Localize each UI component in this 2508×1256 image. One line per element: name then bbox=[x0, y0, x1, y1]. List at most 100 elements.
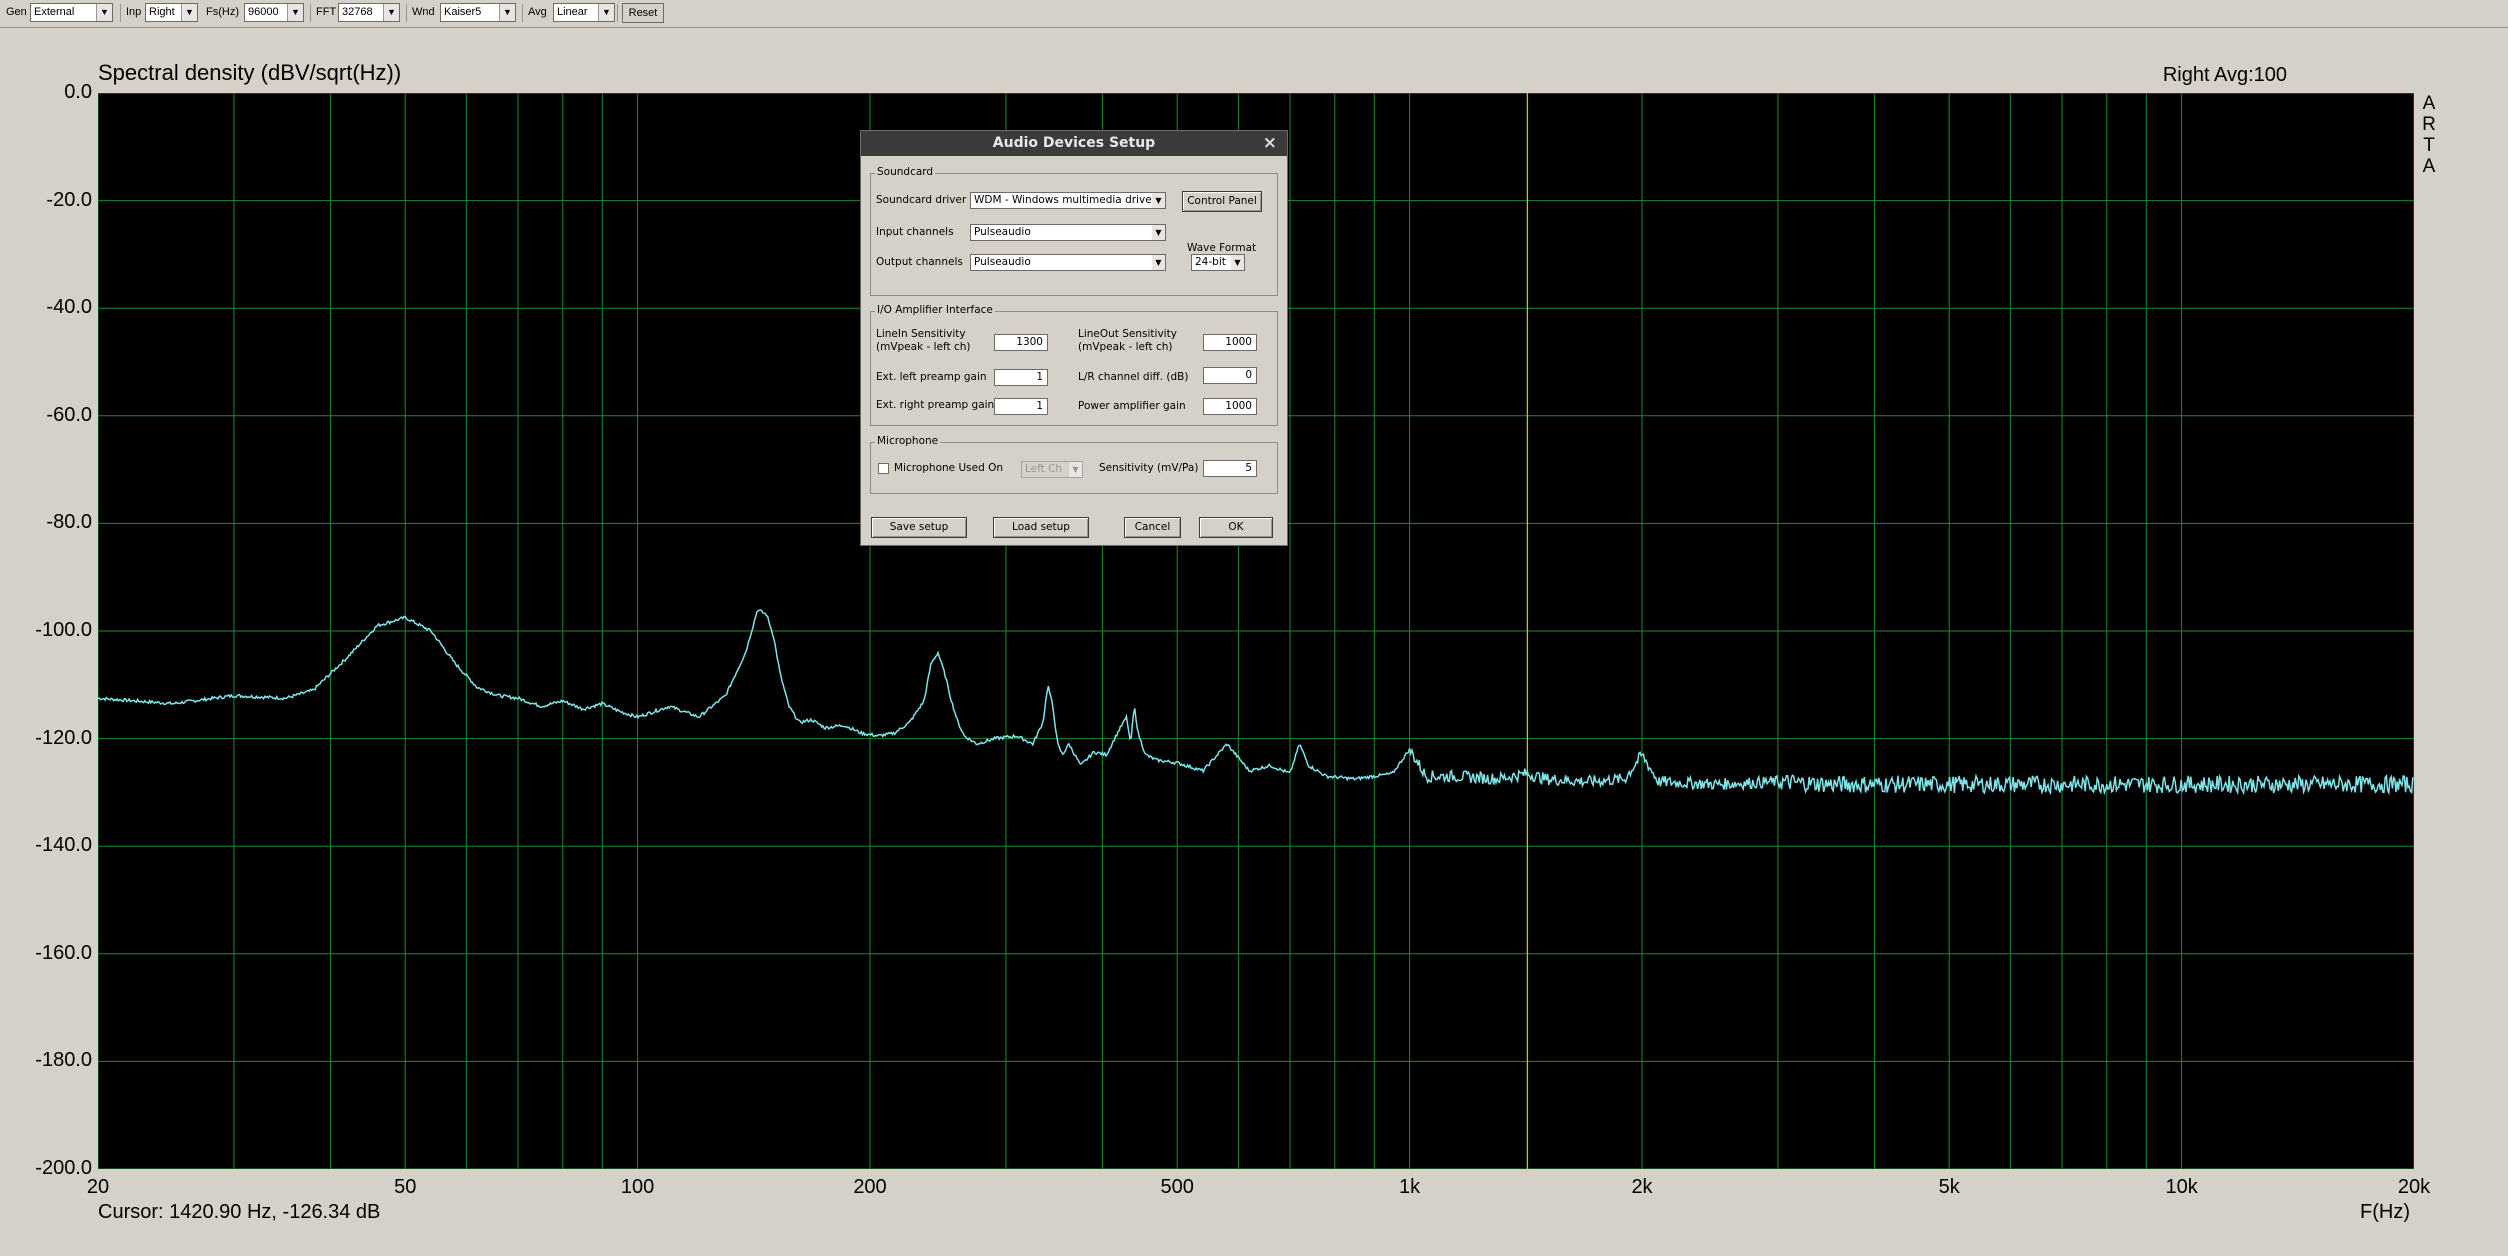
chevron-down-icon: ▼ bbox=[499, 4, 515, 21]
chevron-down-icon: ▼ bbox=[181, 4, 197, 21]
input-channel-select[interactable]: Right ▼ bbox=[145, 3, 198, 22]
wave-format-select[interactable]: 24-bit ▼ bbox=[1191, 254, 1245, 271]
power-amp-gain-input[interactable]: 1000 bbox=[1203, 398, 1257, 415]
y-tick-label: -60.0 bbox=[46, 403, 92, 426]
x-tick-label: 10k bbox=[2165, 1176, 2198, 1198]
channel-average-info: Right Avg:100 bbox=[2162, 64, 2287, 86]
toolbar: Gen External ▼ Inp Right ▼ Fs(Hz) 96000 ▼ F… bbox=[0, 0, 2508, 28]
ext-left-preamp-label: Ext. left preamp gain bbox=[876, 371, 987, 383]
fft-label: FFT bbox=[316, 6, 337, 18]
lr-channel-diff-label: L/R channel diff. (dB) bbox=[1078, 371, 1189, 383]
chevron-down-icon: ▼ bbox=[1069, 462, 1082, 477]
x-axis-label: F(Hz) bbox=[2360, 1201, 2410, 1223]
x-tick-label: 200 bbox=[853, 1176, 887, 1198]
audio-devices-setup-dialog: Audio Devices Setup × Soundcard Soundcar… bbox=[860, 130, 1288, 546]
group-title: Soundcard bbox=[875, 166, 936, 178]
linein-sensitivity-input[interactable]: 1300 bbox=[994, 334, 1048, 351]
lineout-sensitivity-input[interactable]: 1000 bbox=[1203, 334, 1257, 351]
dialog-title: Audio Devices Setup bbox=[992, 135, 1156, 151]
chevron-down-icon: ▼ bbox=[96, 4, 112, 21]
input-channels-select[interactable]: Pulseaudio ▼ bbox=[970, 224, 1166, 241]
output-channels-select[interactable]: Pulseaudio ▼ bbox=[970, 254, 1166, 271]
load-setup-button[interactable]: Load setup bbox=[993, 517, 1089, 538]
ext-left-preamp-input[interactable]: 1 bbox=[994, 369, 1048, 386]
toolbar-divider bbox=[522, 4, 523, 22]
y-tick-label: -200.0 bbox=[35, 1157, 92, 1179]
save-setup-button[interactable]: Save setup bbox=[871, 517, 967, 538]
y-tick-label: -80.0 bbox=[46, 511, 92, 534]
microphone-used-label: Microphone Used On bbox=[894, 462, 1003, 474]
linein-sensitivity-label: LineIn Sensitivity (mVpeak - left ch) bbox=[876, 328, 971, 353]
arta-vertical-label: A R T A bbox=[2419, 93, 2439, 177]
y-tick-label: -100.0 bbox=[35, 619, 92, 641]
y-tick-label: -140.0 bbox=[35, 834, 92, 857]
inp-label: Inp bbox=[126, 6, 142, 18]
control-panel-button[interactable]: Control Panel bbox=[1182, 191, 1262, 212]
arta-letter: T bbox=[2423, 135, 2435, 156]
cancel-button[interactable]: Cancel bbox=[1124, 517, 1181, 538]
lr-channel-diff-input[interactable]: 0 bbox=[1203, 367, 1257, 384]
soundcard-driver-select[interactable]: WDM - Windows multimedia driver ▼ bbox=[970, 192, 1166, 209]
y-tick-label: -180.0 bbox=[35, 1049, 92, 1072]
microphone-used-checkbox[interactable] bbox=[878, 463, 889, 474]
chevron-down-icon: ▼ bbox=[598, 4, 614, 21]
averaging-select[interactable]: Linear ▼ bbox=[553, 3, 615, 22]
fft-size-select[interactable]: 32768 ▼ bbox=[338, 3, 400, 22]
gen-label: Gen bbox=[6, 6, 27, 18]
toolbar-divider bbox=[617, 4, 618, 22]
x-tick-label: 100 bbox=[620, 1176, 655, 1198]
chevron-down-icon: ▼ bbox=[287, 4, 303, 21]
power-amp-gain-label: Power amplifier gain bbox=[1078, 400, 1186, 412]
arta-letter: A bbox=[2422, 156, 2436, 177]
arta-letter: A bbox=[2422, 93, 2436, 114]
generator-select[interactable]: External ▼ bbox=[30, 3, 113, 22]
y-tick-label: -160.0 bbox=[35, 941, 92, 964]
y-tick-label: -120.0 bbox=[35, 726, 92, 749]
io-amplifier-group: I/O Amplifier Interface LineIn Sensitivi… bbox=[870, 304, 1278, 426]
toolbar-divider bbox=[310, 4, 311, 22]
output-channels-label: Output channels bbox=[876, 256, 963, 268]
avg-label: Avg bbox=[528, 6, 547, 18]
reset-button[interactable]: Reset bbox=[622, 3, 664, 23]
toolbar-divider bbox=[406, 4, 407, 22]
wnd-label: Wnd bbox=[412, 6, 435, 18]
dialog-title-bar[interactable]: Audio Devices Setup × bbox=[861, 131, 1287, 156]
chevron-down-icon: ▼ bbox=[1152, 255, 1165, 270]
ok-button[interactable]: OK bbox=[1199, 517, 1273, 538]
microphone-channel-select[interactable]: Left Ch ▼ bbox=[1021, 461, 1083, 478]
ext-right-preamp-input[interactable]: 1 bbox=[994, 398, 1048, 415]
cursor-readout: Cursor: 1420.90 Hz, -126.34 dB bbox=[98, 1201, 381, 1223]
arta-letter: R bbox=[2422, 114, 2436, 135]
microphone-group: Microphone Microphone Used On Left Ch ▼ S… bbox=[870, 435, 1278, 494]
chevron-down-icon: ▼ bbox=[383, 4, 399, 21]
window-select[interactable]: Kaiser5 ▼ bbox=[440, 3, 516, 22]
x-tick-label: 5k bbox=[1938, 1176, 1960, 1198]
ext-right-preamp-label: Ext. right preamp gain bbox=[876, 399, 995, 411]
chevron-down-icon: ▼ bbox=[1152, 225, 1165, 240]
x-tick-label: 1k bbox=[1399, 1176, 1421, 1198]
y-tick-label: 0.0 bbox=[64, 81, 92, 103]
soundcard-driver-label: Soundcard driver bbox=[876, 194, 967, 206]
toolbar-divider bbox=[120, 4, 121, 22]
plot-title: Spectral density (dBV/sqrt(Hz)) bbox=[98, 60, 402, 85]
wave-format-label: Wave Format bbox=[1187, 242, 1257, 254]
sample-rate-select[interactable]: 96000 ▼ bbox=[244, 3, 304, 22]
x-tick-label: 50 bbox=[394, 1176, 417, 1198]
x-tick-label: 20 bbox=[86, 1176, 110, 1198]
y-tick-label: -40.0 bbox=[46, 296, 92, 319]
x-tick-label: 2k bbox=[1631, 1176, 1653, 1198]
group-title: I/O Amplifier Interface bbox=[875, 304, 995, 316]
group-title: Microphone bbox=[875, 435, 941, 447]
input-channels-label: Input channels bbox=[876, 226, 954, 238]
fs-label: Fs(Hz) bbox=[206, 6, 239, 18]
close-icon[interactable]: × bbox=[1263, 131, 1277, 156]
chevron-down-icon: ▼ bbox=[1152, 193, 1165, 208]
x-tick-label: 20k bbox=[2397, 1176, 2431, 1198]
y-tick-label: -20.0 bbox=[46, 188, 92, 211]
mic-sensitivity-label: Sensitivity (mV/Pa) bbox=[1099, 462, 1199, 474]
soundcard-group: Soundcard Soundcard driver WDM - Windows… bbox=[870, 166, 1278, 296]
lineout-sensitivity-label: LineOut Sensitivity (mVpeak - left ch) bbox=[1078, 328, 1177, 353]
chevron-down-icon: ▼ bbox=[1231, 255, 1244, 270]
x-tick-label: 500 bbox=[1160, 1176, 1194, 1198]
mic-sensitivity-input[interactable]: 5 bbox=[1203, 460, 1257, 477]
